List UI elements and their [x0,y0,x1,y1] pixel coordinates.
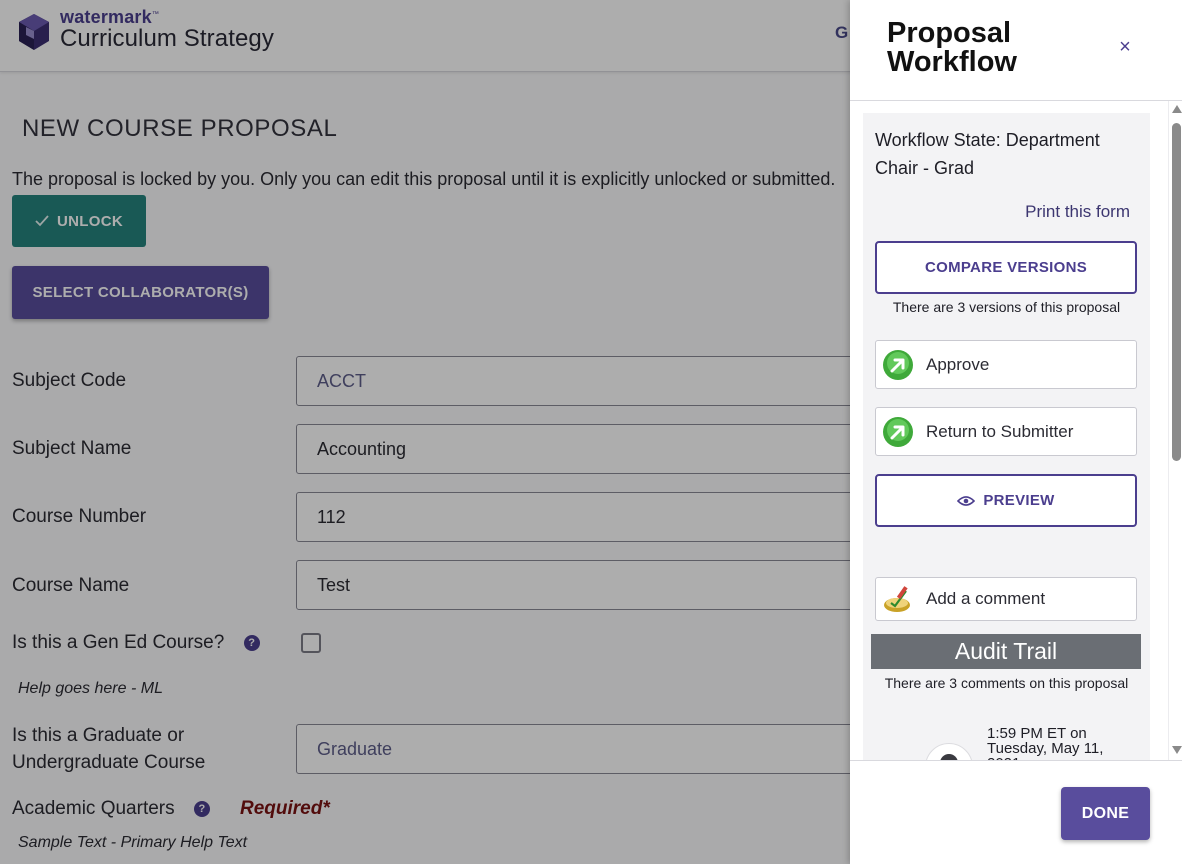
close-icon[interactable]: × [1114,36,1136,58]
return-label: Return to Submitter [926,421,1074,441]
comment-pencil-icon [884,586,910,612]
scroll-down-icon[interactable] [1172,746,1182,754]
drawer-header: Proposal Workflow × [850,0,1182,101]
drawer-body: Workflow State: Department Chair - Grad … [850,101,1182,760]
preview-button[interactable]: PREVIEW [875,474,1137,527]
eye-icon [957,495,976,506]
audit-trail-header: Audit Trail [871,634,1141,669]
done-button[interactable]: DONE [1061,787,1150,840]
comment-label: Add a comment [926,589,1046,608]
workflow-panel: Workflow State: Department Chair - Grad … [863,113,1150,760]
comments-note: There are 3 comments on this proposal [884,675,1129,691]
return-to-submitter-button[interactable]: Return to Submitter [875,407,1137,456]
arrow-up-right-icon [883,349,913,380]
scroll-thumb[interactable] [1172,123,1181,461]
proposal-workflow-drawer: Proposal Workflow × Workflow State: Depa… [850,0,1182,864]
audit-entry-time: 1:59 PM ET on Tuesday, May 11, 2021 [987,725,1104,760]
drawer-footer: DONE [850,760,1182,864]
scroll-up-icon[interactable] [1172,105,1182,113]
approve-label: Approve [926,354,990,374]
drawer-title: Proposal Workflow [887,17,1017,78]
print-form-link[interactable]: Print this form [1025,202,1130,222]
preview-label: PREVIEW [983,492,1055,509]
compare-versions-button[interactable]: COMPARE VERSIONS [875,241,1137,294]
workflow-state: Workflow State: Department Chair - Grad [875,130,1100,178]
drawer-scrollbar[interactable] [1168,101,1182,760]
add-comment-button[interactable]: Add a comment [875,577,1137,621]
arrow-up-right-icon [883,416,913,447]
approve-button[interactable]: Approve [875,340,1137,389]
avatar [925,743,973,760]
versions-note: There are 3 versions of this proposal [892,299,1121,315]
